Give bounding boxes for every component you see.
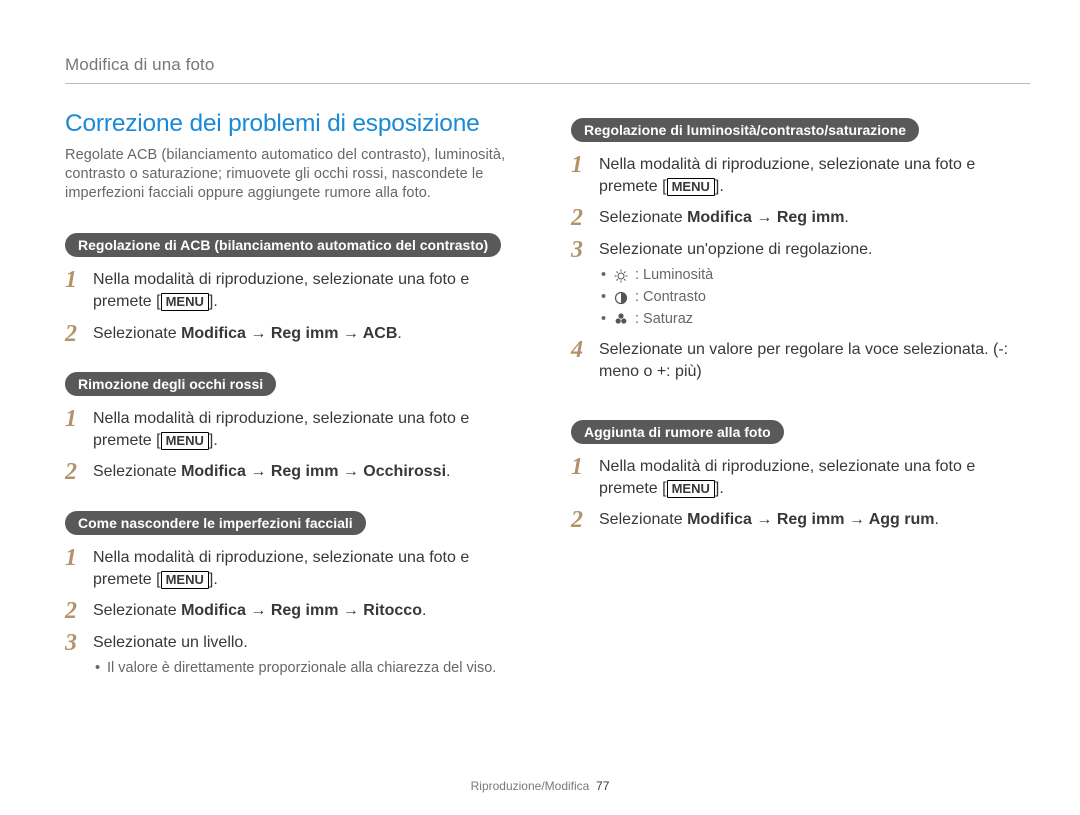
brightness-icon xyxy=(613,269,629,283)
steps-redeye: Nella modalità di riproduzione, selezion… xyxy=(65,408,524,483)
menu-path: Modifica → Reg imm → Occhirossi xyxy=(181,463,446,480)
step: Selezionate Modifica → Reg imm → Occhiro… xyxy=(65,461,524,483)
text: . xyxy=(446,463,450,480)
text: Selezionate un livello. xyxy=(93,634,248,651)
text: . xyxy=(397,325,401,342)
menu-button-label: MENU xyxy=(161,432,209,450)
option-saturazione: : Saturaz xyxy=(599,310,1030,330)
step: Nella modalità di riproduzione, selezion… xyxy=(65,547,524,590)
text: Nella modalità di riproduzione, selezion… xyxy=(93,549,469,588)
text: Selezionate xyxy=(93,325,181,342)
option-contrasto: : Contrasto xyxy=(599,288,1030,308)
pill-acb: Regolazione di ACB (bilanciamento automa… xyxy=(65,233,501,257)
menu-button-label: MENU xyxy=(667,480,715,498)
step: Nella modalità di riproduzione, selezion… xyxy=(571,456,1030,499)
text: Nella modalità di riproduzione, selezion… xyxy=(93,271,469,310)
intro-text: Regolate ACB (bilanciamento automatico d… xyxy=(65,146,524,203)
step: Selezionate Modifica → Reg imm → Ritocco… xyxy=(65,600,524,622)
step: Nella modalità di riproduzione, selezion… xyxy=(65,408,524,451)
text: Nella modalità di riproduzione, selezion… xyxy=(599,458,975,497)
page-number: 77 xyxy=(596,779,609,793)
pill-noise: Aggiunta di rumore alla foto xyxy=(571,420,784,444)
step: Selezionate un'opzione di regolazione. :… xyxy=(571,239,1030,329)
pill-face: Come nascondere le imperfezioni facciali xyxy=(65,511,366,535)
page-footer: Riproduzione/Modifica 77 xyxy=(0,779,1080,793)
saturation-icon xyxy=(613,312,629,326)
steps-noise: Nella modalità di riproduzione, selezion… xyxy=(571,456,1030,531)
steps-face: Nella modalità di riproduzione, selezion… xyxy=(65,547,524,679)
contrast-icon xyxy=(613,291,629,305)
text: : Contrasto xyxy=(635,288,706,308)
text: ]. xyxy=(209,293,218,310)
text: Selezionate xyxy=(599,209,687,226)
option-luminosita: : Luminosità xyxy=(599,266,1030,286)
step: Selezionate un livello. Il valore è dire… xyxy=(65,632,524,679)
section-title: Correzione dei problemi di esposizione xyxy=(65,110,524,138)
menu-path: Modifica → Reg imm → Agg rum xyxy=(687,511,934,528)
page-header: Modifica di una foto xyxy=(65,55,1030,84)
text: ]. xyxy=(209,432,218,449)
text: Nella modalità di riproduzione, selezion… xyxy=(93,410,469,449)
note: Il valore è direttamente proporzionale a… xyxy=(93,659,524,679)
menu-button-label: MENU xyxy=(161,571,209,589)
text: ]. xyxy=(715,480,724,497)
text: ]. xyxy=(715,178,724,195)
pill-redeye: Rimozione degli occhi rossi xyxy=(65,372,276,396)
text: . xyxy=(422,602,426,619)
step: Nella modalità di riproduzione, selezion… xyxy=(65,269,524,312)
text: Selezionate un'opzione di regolazione. xyxy=(599,241,872,258)
menu-path: Modifica → Reg imm → Ritocco xyxy=(181,602,422,619)
step: Selezionate Modifica → Reg imm → Agg rum… xyxy=(571,509,1030,531)
steps-bcs: Nella modalità di riproduzione, selezion… xyxy=(571,154,1030,382)
menu-path: Modifica → Reg imm xyxy=(687,209,844,226)
menu-path: Modifica → Reg imm → ACB xyxy=(181,325,397,342)
right-column: Regolazione di luminosità/contrasto/satu… xyxy=(571,110,1030,699)
text: ]. xyxy=(209,571,218,588)
text: Selezionate xyxy=(93,463,181,480)
menu-button-label: MENU xyxy=(667,178,715,196)
pill-bcs: Regolazione di luminosità/contrasto/satu… xyxy=(571,118,919,142)
text: . xyxy=(844,209,848,226)
text: Selezionate xyxy=(93,602,181,619)
text: Selezionate un valore per regolare la vo… xyxy=(599,341,1008,380)
step: Selezionate Modifica → Reg imm → ACB. xyxy=(65,323,524,345)
note-list: Il valore è direttamente proporzionale a… xyxy=(93,659,524,679)
menu-button-label: MENU xyxy=(161,293,209,311)
step: Selezionate un valore per regolare la vo… xyxy=(571,339,1030,382)
footer-section: Riproduzione/Modifica xyxy=(471,779,590,793)
steps-acb: Nella modalità di riproduzione, selezion… xyxy=(65,269,524,344)
text: : Saturaz xyxy=(635,310,693,330)
text: Nella modalità di riproduzione, selezion… xyxy=(599,156,975,195)
text: Il valore è direttamente proporzionale a… xyxy=(107,659,496,679)
text: : Luminosità xyxy=(635,266,713,286)
step: Nella modalità di riproduzione, selezion… xyxy=(571,154,1030,197)
text: Selezionate xyxy=(599,511,687,528)
option-list: : Luminosità : Contrasto : xyxy=(599,266,1030,329)
step: Selezionate Modifica → Reg imm. xyxy=(571,207,1030,229)
text: . xyxy=(934,511,938,528)
left-column: Correzione dei problemi di esposizione R… xyxy=(65,110,524,699)
